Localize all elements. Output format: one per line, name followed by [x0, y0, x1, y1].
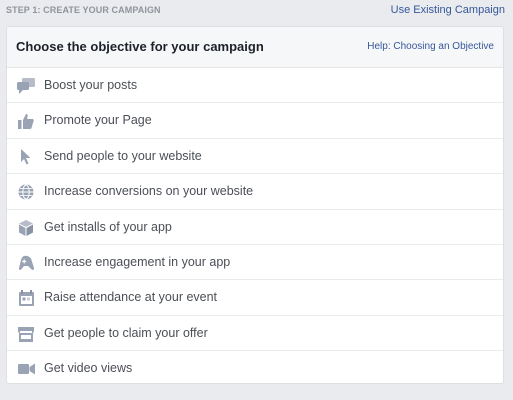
objective-app-engagement[interactable]: Increase engagement in your app [7, 245, 503, 281]
objective-video-views[interactable]: Get video views [7, 351, 503, 383]
objective-promote-page[interactable]: Promote your Page [7, 103, 503, 139]
objective-offer-claims[interactable]: Get people to claim your offer [7, 316, 503, 352]
help-choosing-objective-link[interactable]: Help: Choosing an Objective [367, 41, 494, 52]
chat-bubbles-icon [17, 77, 35, 95]
objective-label: Increase engagement in your app [44, 254, 231, 269]
objective-list: Boost your posts Promote your Page Send … [7, 68, 503, 383]
objective-label: Get people to claim your offer [44, 325, 208, 340]
objective-label: Raise attendance at your event [44, 290, 218, 305]
storefront-icon [17, 325, 35, 343]
objective-card: Choose the objective for your campaign H… [6, 26, 504, 384]
objective-label: Increase conversions on your website [44, 184, 254, 199]
objective-label: Send people to your website [44, 148, 202, 163]
objective-website-clicks[interactable]: Send people to your website [7, 139, 503, 175]
calendar-icon [17, 289, 35, 307]
video-camera-icon [17, 360, 35, 378]
game-controller-icon [17, 254, 35, 272]
objective-event-responses[interactable]: Raise attendance at your event [7, 280, 503, 316]
objective-label: Boost your posts [44, 78, 138, 92]
objective-boost-posts[interactable]: Boost your posts [7, 68, 503, 104]
objective-label: Get video views [44, 361, 133, 376]
cursor-icon [17, 148, 35, 166]
package-icon [17, 219, 35, 237]
objective-app-installs[interactable]: Get installs of your app [7, 210, 503, 245]
objective-label: Promote your Page [44, 113, 152, 128]
card-header: Choose the objective for your campaign H… [7, 27, 503, 68]
campaign-step-bar: STEP 1: CREATE YOUR CAMPAIGN Use Existin… [0, 0, 513, 22]
card-title: Choose the objective for your campaign [16, 39, 264, 54]
step-label: STEP 1: CREATE YOUR CAMPAIGN [6, 5, 161, 15]
globe-icon [17, 183, 35, 201]
use-existing-campaign-link[interactable]: Use Existing Campaign [391, 4, 505, 16]
objective-label: Get installs of your app [44, 219, 172, 234]
objective-website-conversions[interactable]: Increase conversions on your website [7, 174, 503, 210]
thumbs-up-icon [17, 112, 35, 130]
